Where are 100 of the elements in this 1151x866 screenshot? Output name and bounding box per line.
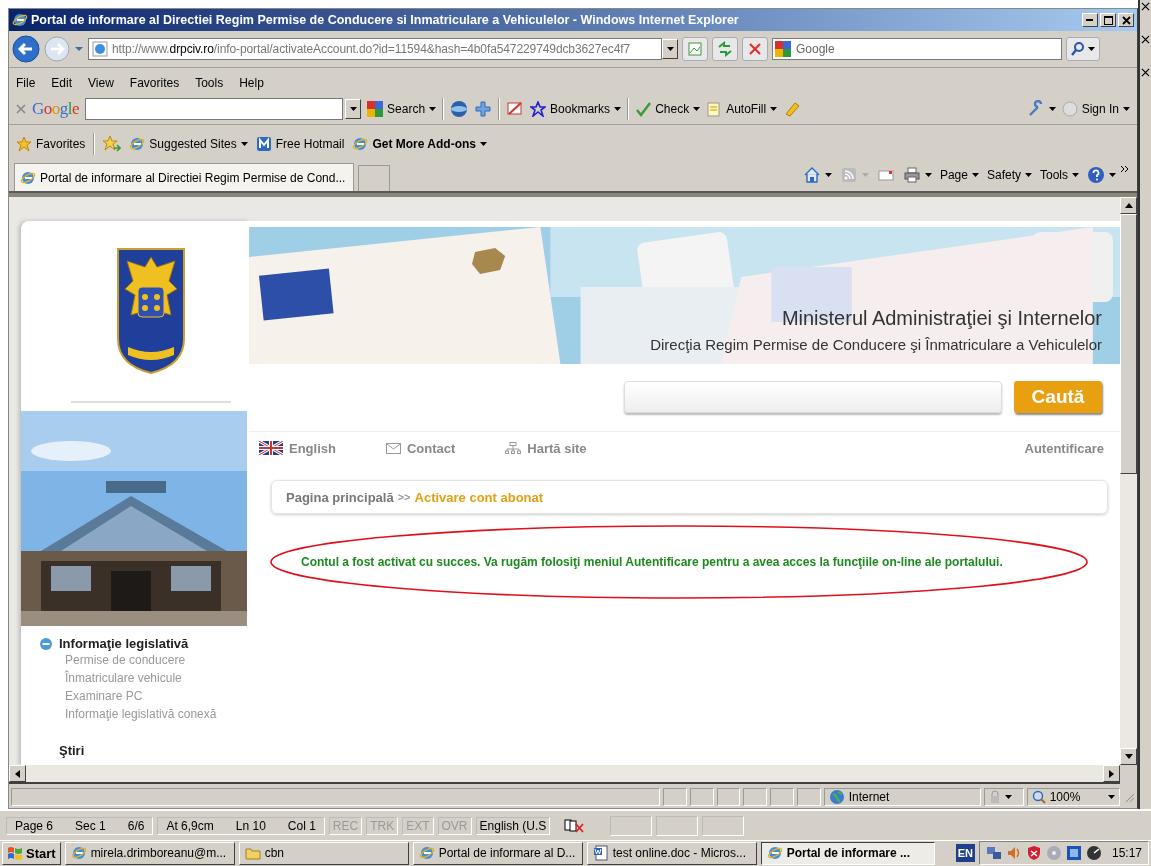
google-search-field[interactable] <box>85 98 344 120</box>
search-field[interactable]: Google <box>772 38 1062 60</box>
chevron-icon[interactable] <box>1120 165 1130 173</box>
caret-icon[interactable] <box>614 107 622 111</box>
breadcrumb-link[interactable]: Pagina principală <box>286 489 394 505</box>
taskbar-button[interactable]: Portal de informare ... <box>760 841 935 865</box>
search-button[interactable]: Search <box>367 101 437 117</box>
search-button[interactable] <box>1066 37 1100 61</box>
taskbar-button[interactable]: Portal de informare al D... <box>412 841 583 865</box>
stop-button[interactable] <box>742 37 768 61</box>
plus-icon[interactable] <box>474 100 493 118</box>
login-link[interactable]: Autentificare <box>1024 440 1104 456</box>
horizontal-scrollbar[interactable] <box>9 765 1120 784</box>
help-button[interactable] <box>1087 166 1116 184</box>
caret-icon[interactable] <box>1123 107 1130 111</box>
vertical-scrollbar[interactable] <box>1120 193 1137 765</box>
favorites-link[interactable]: Get More Add-ons <box>352 136 487 152</box>
dropdown-button[interactable] <box>345 99 362 119</box>
close-icon <box>1121 15 1131 25</box>
caret-icon[interactable] <box>824 173 832 177</box>
menu-item[interactable]: File <box>16 76 36 90</box>
menu-item[interactable]: Tools <box>195 76 224 90</box>
shield-icon[interactable] <box>1025 845 1042 862</box>
scroll-down-button[interactable] <box>1120 748 1137 765</box>
caret-icon[interactable] <box>480 142 487 146</box>
zoom-button[interactable]: 100% <box>1026 788 1121 806</box>
caret-icon[interactable] <box>1088 47 1095 51</box>
caret-icon[interactable] <box>1005 795 1013 799</box>
caret-icon[interactable] <box>971 173 979 177</box>
dropdown-button[interactable] <box>662 39 678 59</box>
caret-icon[interactable] <box>924 173 932 177</box>
refresh-button[interactable] <box>712 37 738 61</box>
language-indicator[interactable]: English (U.S <box>475 817 551 836</box>
network-icon[interactable] <box>985 845 1002 862</box>
status-panel <box>610 816 653 837</box>
caret-icon[interactable] <box>1048 107 1056 111</box>
command-button[interactable]: Page <box>939 168 979 182</box>
autofill-button[interactable]: AutoFill <box>706 101 778 117</box>
command-button[interactable]: Safety <box>986 168 1032 182</box>
status-panel <box>656 816 699 837</box>
sidebar-section[interactable]: Ştiri <box>59 743 85 758</box>
scroll-left-button[interactable] <box>9 765 26 782</box>
scroll-thumb[interactable] <box>1120 214 1137 474</box>
scroll-up-button[interactable] <box>1120 197 1137 214</box>
print-button[interactable] <box>902 166 932 184</box>
caret-icon[interactable] <box>1072 173 1079 177</box>
minimize-button[interactable] <box>1082 13 1098 27</box>
menu-item[interactable]: Favorites <box>129 76 180 90</box>
caret-icon[interactable] <box>666 47 674 51</box>
caret-icon[interactable] <box>1109 173 1116 177</box>
nav-link[interactable]: Contact <box>385 440 456 456</box>
caret-icon[interactable] <box>240 142 248 146</box>
language-indicator[interactable]: EN <box>955 844 975 863</box>
close-icon[interactable] <box>1141 68 1150 77</box>
favorites-button[interactable]: Favorites <box>16 136 86 152</box>
command-button[interactable]: Tools <box>1040 168 1079 182</box>
caret-icon[interactable] <box>1108 795 1116 799</box>
scroll-right-button[interactable] <box>1103 765 1120 782</box>
menu-item[interactable]: Edit <box>51 76 73 90</box>
close-icon[interactable] <box>1141 2 1150 11</box>
start-button[interactable]: Start <box>2 841 61 865</box>
taskbar-button[interactable]: cbn <box>238 841 409 865</box>
app-icon[interactable] <box>1065 845 1082 862</box>
maximize-button[interactable] <box>1100 13 1116 27</box>
caret-icon[interactable] <box>429 107 437 111</box>
back-button[interactable] <box>12 35 40 63</box>
status-panel <box>796 788 821 806</box>
ie-icon <box>418 845 435 862</box>
caret-icon[interactable] <box>349 107 357 111</box>
sign-in-button[interactable]: Sign In <box>1061 101 1130 117</box>
close-icon[interactable] <box>1141 35 1150 44</box>
caret-icon[interactable] <box>1025 173 1032 177</box>
spellcheck-button[interactable]: Check <box>635 101 701 117</box>
favorites-link[interactable]: Suggested Sites <box>129 136 248 152</box>
refresh-icon <box>717 41 733 57</box>
sidebar-section[interactable]: Informaţie legislativă <box>39 636 189 651</box>
nav-link[interactable]: Hartă site <box>505 440 587 456</box>
taskbar-button[interactable]: test online.doc - Micros... <box>586 841 757 865</box>
close-button[interactable] <box>1118 13 1134 27</box>
spelling-status-icon[interactable] <box>564 819 587 834</box>
protected-mode-button[interactable] <box>984 788 1024 806</box>
caret-icon[interactable] <box>770 107 778 111</box>
favorites-link[interactable]: Free Hotmail <box>255 136 345 152</box>
gauge-icon[interactable] <box>1085 845 1102 862</box>
resize-grip-icon[interactable] <box>1123 791 1135 803</box>
menu-item[interactable]: View <box>88 76 114 90</box>
popup-blocker-icon[interactable] <box>506 100 525 118</box>
dropdown-arrow-icon[interactable] <box>74 46 84 52</box>
home-button[interactable] <box>802 166 832 184</box>
taskbar-button[interactable]: mirela.drimboreanu@m... <box>64 841 235 865</box>
menu-item[interactable]: Help <box>239 76 264 90</box>
caret-icon[interactable] <box>693 107 701 111</box>
globe-icon[interactable] <box>450 100 469 118</box>
nav-link[interactable]: English <box>259 440 336 456</box>
address-field[interactable]: http://www.drpciv.ro/info-portal/activateAccount.do?id=11594&hash=4b0fa547229749dcb3627ec4f7 <box>88 38 662 60</box>
google-icon <box>367 101 384 117</box>
bookmarks-button[interactable]: Bookmarks <box>530 101 622 117</box>
status-panel <box>702 816 745 837</box>
site-search-field[interactable] <box>624 381 1002 413</box>
browser-tab[interactable]: Portal de informare al Directiei Regim Permise de Cond... <box>14 163 354 191</box>
